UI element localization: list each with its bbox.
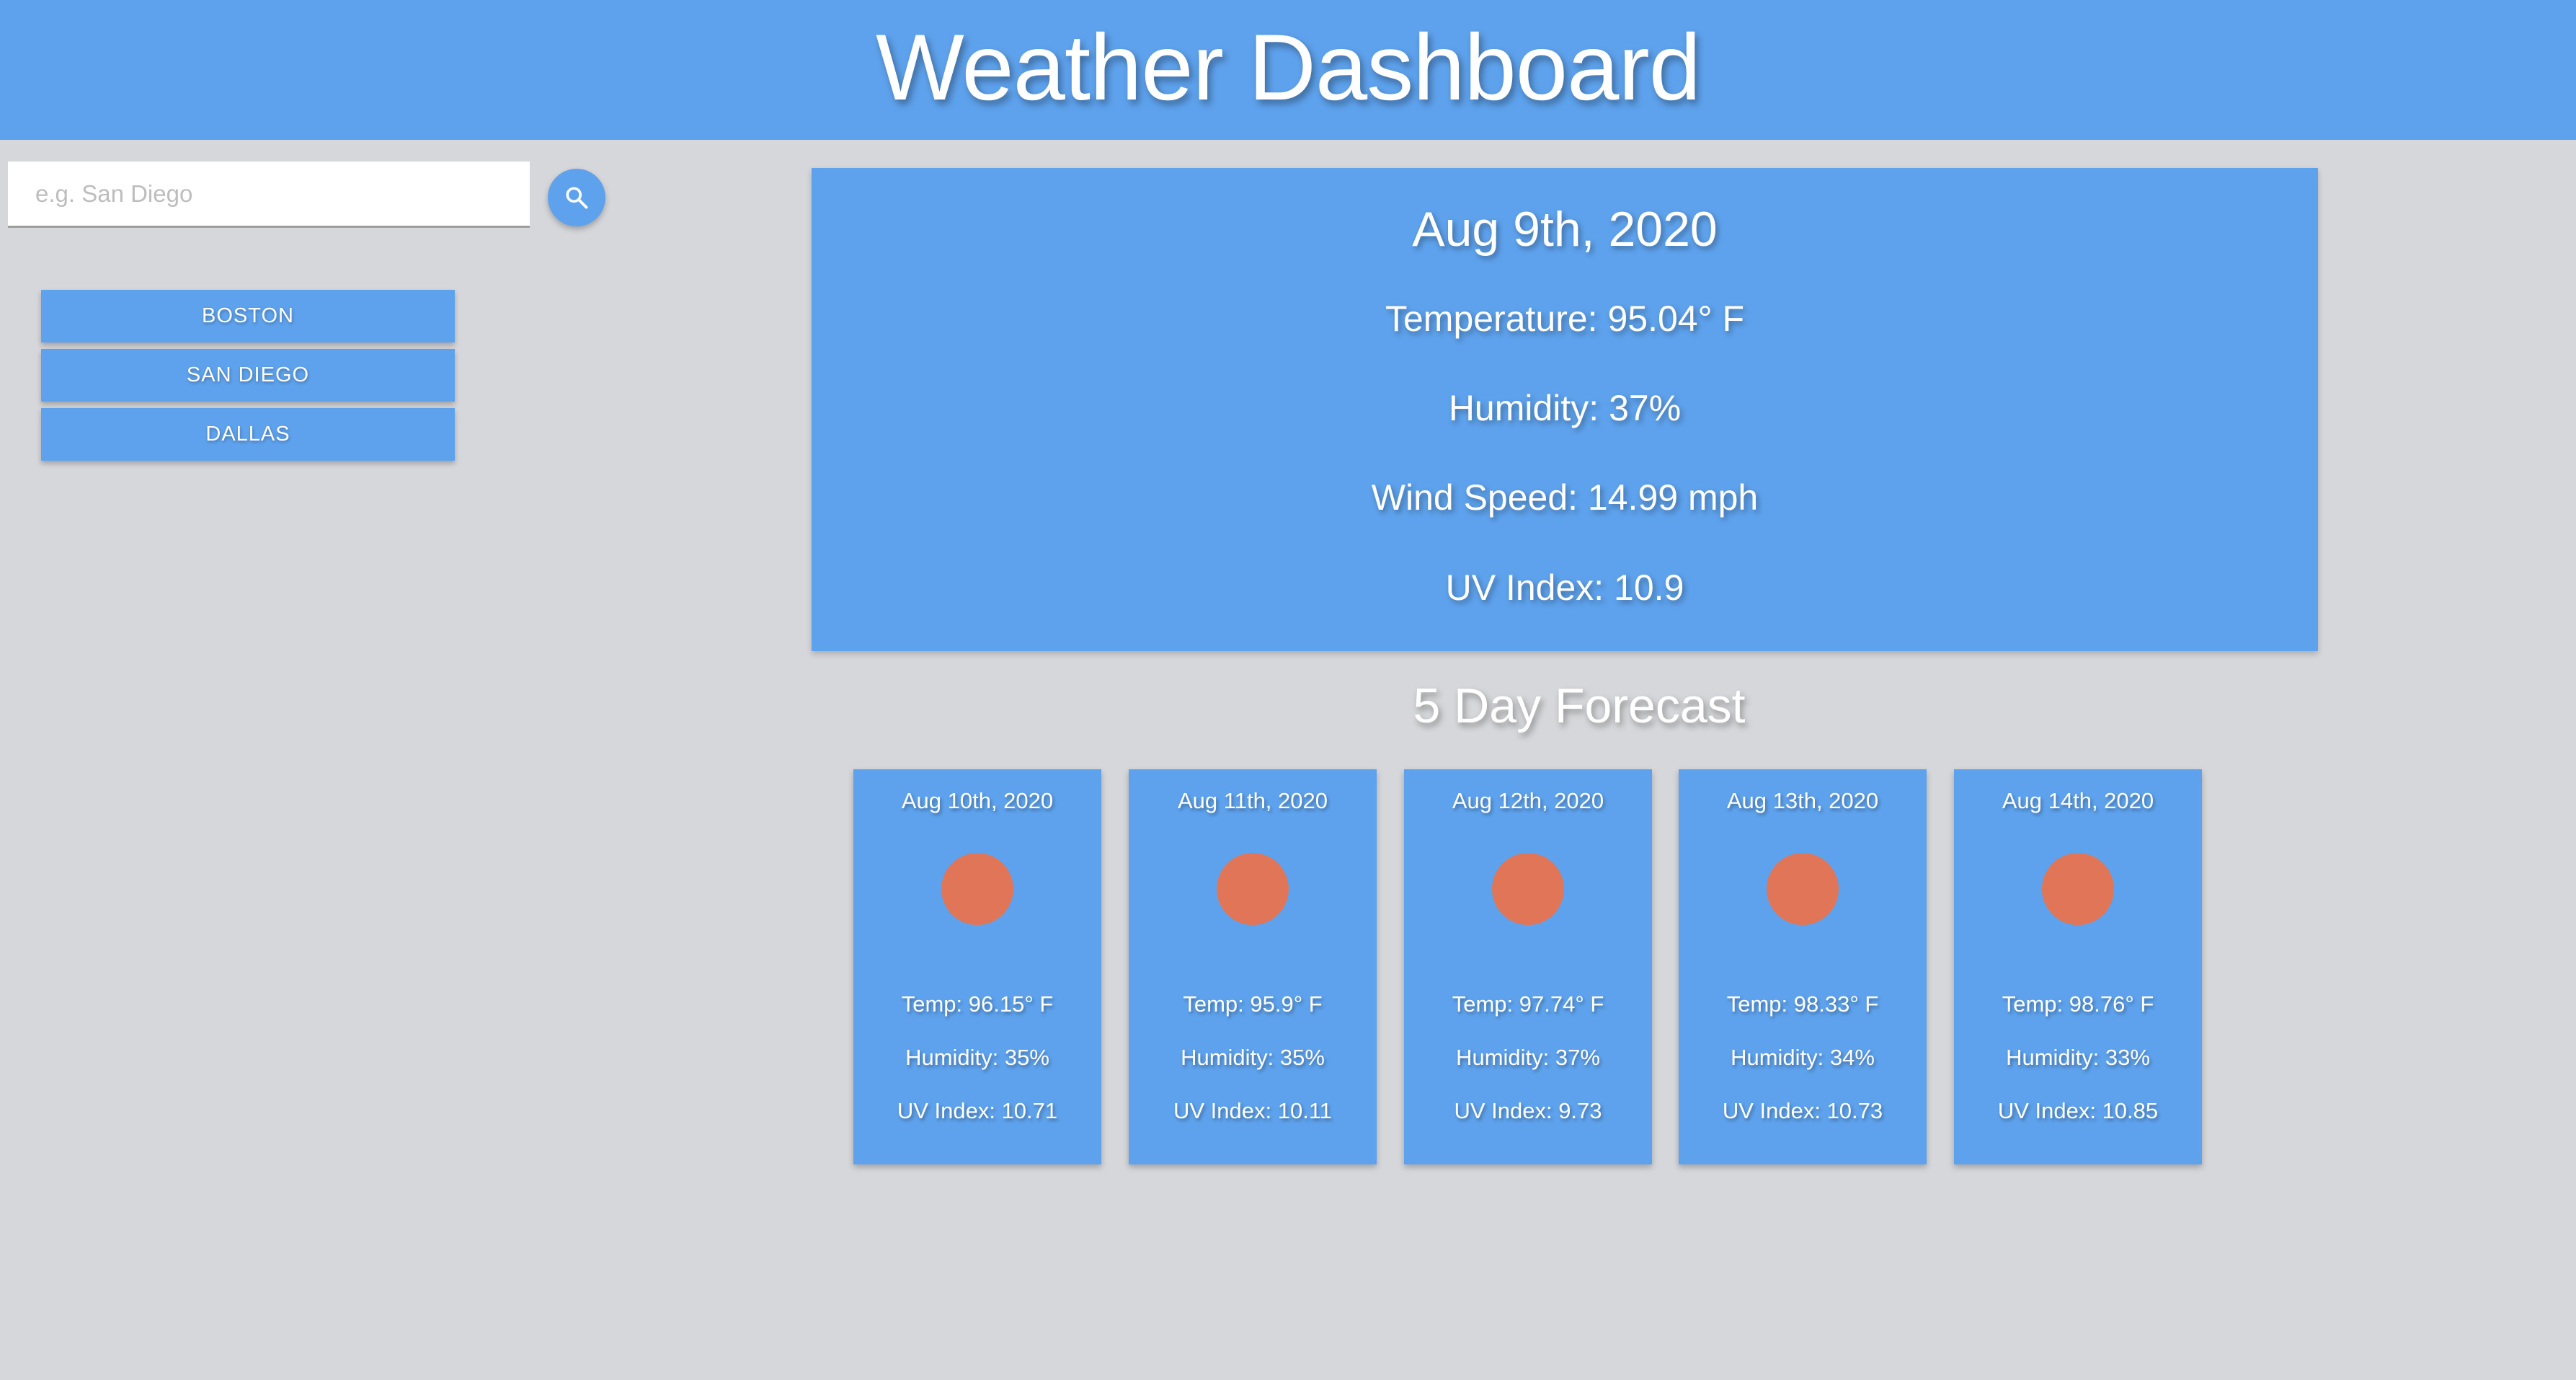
forecast-date: Aug 12th, 2020 (1452, 788, 1604, 813)
forecast-card: Aug 14th, 2020 Temp: 98.76° F Humidity: … (1954, 769, 2202, 1164)
city-search-input[interactable] (8, 162, 530, 228)
forecast-temp: Temp: 97.74° F (1452, 991, 1604, 1017)
forecast-uv-index: UV Index: 10.71 (897, 1098, 1058, 1123)
forecast-humidity: Humidity: 35% (905, 1045, 1049, 1070)
sun-icon (941, 853, 1013, 925)
forecast-humidity: Humidity: 35% (1181, 1045, 1325, 1070)
forecast-uv-index: UV Index: 10.11 (1173, 1098, 1332, 1123)
forecast-card: Aug 10th, 2020 Temp: 96.15° F Humidity: … (853, 769, 1101, 1164)
forecast-temp: Temp: 98.76° F (2002, 991, 2154, 1017)
sun-icon (1767, 853, 1839, 925)
forecast-card: Aug 13th, 2020 Temp: 98.33° F Humidity: … (1679, 769, 1927, 1164)
forecast-temp: Temp: 95.9° F (1183, 991, 1323, 1017)
app-header: Weather Dashboard (0, 0, 2576, 140)
forecast-temp: Temp: 98.33° F (1726, 991, 1879, 1017)
sun-icon (1492, 853, 1564, 925)
history-button-san-diego[interactable]: SAN DIEGO (41, 349, 455, 402)
current-weather-panel: Aug 9th, 2020 Temperature: 95.04° F Humi… (812, 168, 2318, 651)
history-button-boston[interactable]: BOSTON (41, 290, 455, 342)
current-uv-index: UV Index: 10.9 (1445, 567, 1684, 608)
history-button-dallas[interactable]: DALLAS (41, 408, 455, 461)
search-icon (566, 187, 588, 209)
forecast-humidity: Humidity: 37% (1456, 1045, 1600, 1070)
forecast-card: Aug 11th, 2020 Temp: 95.9° F Humidity: 3… (1129, 769, 1377, 1164)
forecast-uv-index: UV Index: 10.73 (1722, 1098, 1883, 1123)
forecast-date: Aug 14th, 2020 (2002, 788, 2154, 813)
forecast-humidity: Humidity: 33% (2006, 1045, 2150, 1070)
forecast-uv-index: UV Index: 9.73 (1454, 1098, 1602, 1123)
forecast-uv-index: UV Index: 10.85 (1997, 1098, 2159, 1123)
current-temperature: Temperature: 95.04° F (1385, 298, 1745, 339)
sun-icon (1217, 853, 1289, 925)
forecast-date: Aug 11th, 2020 (1178, 788, 1328, 813)
forecast-date: Aug 10th, 2020 (901, 788, 1054, 813)
forecast-title: 5 Day Forecast (1413, 678, 1746, 733)
forecast-date: Aug 13th, 2020 (1726, 788, 1879, 813)
forecast-temp: Temp: 96.15° F (901, 991, 1054, 1017)
forecast-card: Aug 12th, 2020 Temp: 97.74° F Humidity: … (1404, 769, 1652, 1164)
current-humidity: Humidity: 37% (1448, 388, 1682, 428)
page-title: Weather Dashboard (875, 14, 1701, 120)
current-date: Aug 9th, 2020 (1412, 202, 1718, 257)
sun-icon (2042, 853, 2114, 925)
current-wind-speed: Wind Speed: 14.99 mph (1371, 477, 1759, 518)
forecast-humidity: Humidity: 34% (1731, 1045, 1875, 1070)
search-button[interactable] (548, 169, 605, 226)
